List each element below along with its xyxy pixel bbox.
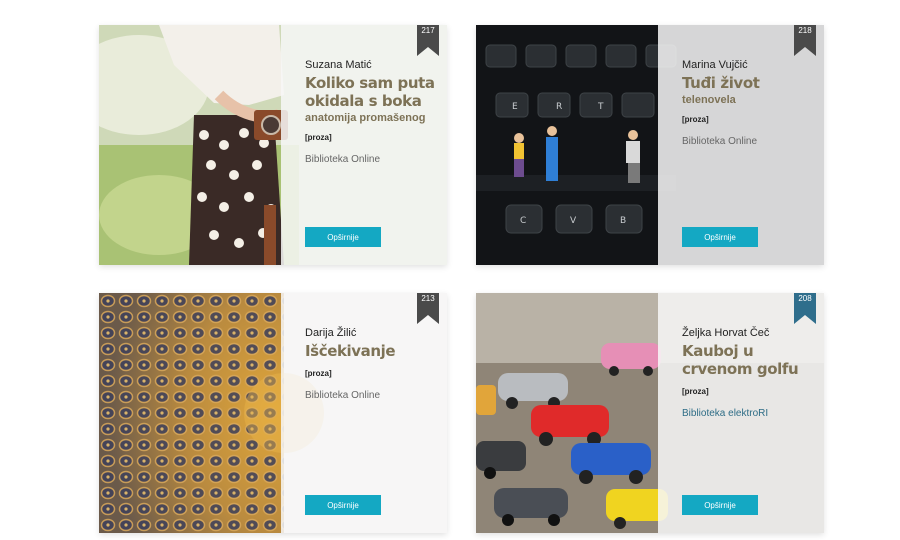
book-author[interactable]: Darija Žilić: [305, 327, 437, 339]
book-genre: [proza]: [305, 133, 332, 142]
svg-text:B: B: [620, 216, 626, 226]
more-button[interactable]: Opširnije: [682, 227, 758, 247]
svg-text:V: V: [570, 216, 577, 226]
more-button[interactable]: Opširnije: [682, 495, 758, 515]
book-author[interactable]: Željka Horvat Čeč: [682, 327, 814, 339]
book-card[interactable]: E R T C V B Marina Vujčić Tuđi život telenov…: [476, 25, 824, 265]
more-button[interactable]: Opširnije: [305, 227, 381, 247]
book-genre: [proza]: [682, 115, 709, 124]
library-link[interactable]: Biblioteka elektroRI: [682, 408, 814, 419]
library-link[interactable]: Biblioteka Online: [682, 136, 814, 147]
book-title[interactable]: Kauboj u crvenom golfu: [682, 342, 814, 378]
book-author[interactable]: Suzana Matić: [305, 59, 437, 71]
book-info: Marina Vujčić Tuđi život telenovela [pro…: [682, 59, 814, 147]
book-card[interactable]: Suzana Matić Koliko sam puta okidala s b…: [99, 25, 447, 265]
svg-text:T: T: [597, 102, 604, 112]
book-title[interactable]: Tuđi život: [682, 74, 814, 92]
book-title[interactable]: Koliko sam puta okidala s boka: [305, 74, 437, 110]
book-subtitle: telenovela: [682, 94, 736, 106]
book-info: Željka Horvat Čeč Kauboj u crvenom golfu…: [682, 327, 814, 419]
more-button[interactable]: Opširnije: [305, 495, 381, 515]
book-card[interactable]: Željka Horvat Čeč Kauboj u crvenom golfu…: [476, 293, 824, 533]
book-card[interactable]: Darija Žilić Iščekivanje [proza] Bibliot…: [99, 293, 447, 533]
svg-text:E: E: [512, 102, 518, 112]
book-subtitle: anatomija promašenog: [305, 112, 426, 124]
book-genre: [proza]: [682, 387, 709, 396]
book-number: 213: [421, 294, 435, 303]
library-link[interactable]: Biblioteka Online: [305, 154, 437, 165]
book-title[interactable]: Iščekivanje: [305, 342, 437, 360]
number-ribbon: 217: [417, 25, 439, 56]
library-link[interactable]: Biblioteka Online: [305, 390, 437, 401]
number-ribbon: 218: [794, 25, 816, 56]
number-ribbon: 213: [417, 293, 439, 324]
svg-text:R: R: [556, 102, 562, 112]
book-number: 217: [421, 26, 435, 35]
book-author[interactable]: Marina Vujčić: [682, 59, 814, 71]
book-info: Suzana Matić Koliko sam puta okidala s b…: [305, 59, 437, 165]
book-info: Darija Žilić Iščekivanje [proza] Bibliot…: [305, 327, 437, 401]
number-ribbon: 208: [794, 293, 816, 324]
svg-text:C: C: [520, 216, 526, 226]
book-number: 218: [798, 26, 812, 35]
book-number: 208: [798, 294, 812, 303]
book-genre: [proza]: [305, 369, 332, 378]
